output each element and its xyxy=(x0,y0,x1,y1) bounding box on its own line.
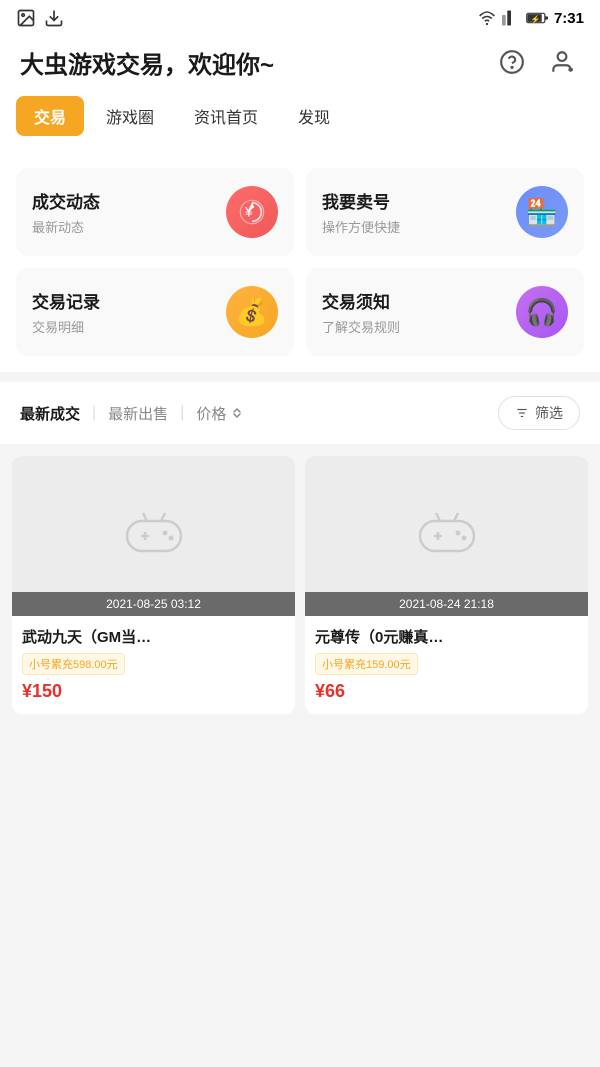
header-icons xyxy=(494,44,580,80)
trade-dynamics-icon: ¥ xyxy=(226,186,278,238)
time-display: 7:31 xyxy=(554,10,584,27)
product-card-1[interactable]: 2021-08-25 03:12 武动九天（GM当… 小号累充598.00元 ¥… xyxy=(12,456,295,714)
battery-icon: ⚡ xyxy=(526,11,548,25)
product-date-2: 2021-08-24 21:18 xyxy=(305,592,588,616)
card-notice-subtitle: 了解交易规则 xyxy=(322,317,400,336)
user-icon xyxy=(549,49,575,75)
signal-icon xyxy=(502,10,520,26)
product-date-1: 2021-08-25 03:12 xyxy=(12,592,295,616)
wifi-icon xyxy=(478,9,496,27)
product-price-2: ¥66 xyxy=(315,681,578,702)
card-sell-account[interactable]: 我要卖号 操作方便快捷 🏪 xyxy=(306,168,584,256)
product-info-1: 武动九天（GM当… 小号累充598.00元 ¥150 xyxy=(12,616,295,714)
filter-button-label: 筛选 xyxy=(535,403,563,423)
card-notice-title: 交易须知 xyxy=(322,288,400,313)
cards-grid: 成交动态 最新动态 ¥ 我要卖号 操作方便快捷 🏪 xyxy=(16,168,584,356)
card-sell-title: 我要卖号 xyxy=(322,188,400,213)
status-icons-right: ⚡ 7:31 xyxy=(478,9,584,27)
download-icon xyxy=(44,8,64,28)
sell-account-icon: 🏪 xyxy=(516,186,568,238)
card-sell-subtitle: 操作方便快捷 xyxy=(322,217,400,236)
card-trade-record[interactable]: 交易记录 交易明细 💰 xyxy=(16,268,294,356)
gamepad-icon-1 xyxy=(119,511,189,561)
filter-tab-latest-trade[interactable]: 最新成交 xyxy=(20,403,80,424)
filter-icon xyxy=(515,406,529,420)
filter-divider-2: | xyxy=(180,404,184,422)
tab-news[interactable]: 资讯首页 xyxy=(176,96,276,136)
product-tag-2: 小号累充159.00元 xyxy=(315,653,418,675)
card-trade-notice[interactable]: 交易须知 了解交易规则 🎧 xyxy=(306,268,584,356)
svg-text:⚡: ⚡ xyxy=(531,14,541,24)
product-image-2: 2021-08-24 21:18 xyxy=(305,456,588,616)
product-info-2: 元尊传（0元赚真… 小号累充159.00元 ¥66 xyxy=(305,616,588,714)
status-icons-left xyxy=(16,8,64,28)
tab-trade[interactable]: 交易 xyxy=(16,96,84,136)
product-card-2[interactable]: 2021-08-24 21:18 元尊传（0元赚真… 小号累充159.00元 ¥… xyxy=(305,456,588,714)
question-circle-icon xyxy=(499,49,525,75)
product-image-1: 2021-08-25 03:12 xyxy=(12,456,295,616)
filter-tab-latest-sell[interactable]: 最新出售 xyxy=(108,403,168,424)
product-price-1: ¥150 xyxy=(22,681,285,702)
photo-icon xyxy=(16,8,36,28)
card-trade-dynamics-subtitle: 最新动态 xyxy=(32,217,100,236)
profile-button[interactable] xyxy=(544,44,580,80)
card-trade-dynamics-title: 成交动态 xyxy=(32,188,100,213)
tab-circle[interactable]: 游戏圈 xyxy=(88,96,172,136)
filter-button[interactable]: 筛选 xyxy=(498,396,580,430)
filter-divider-1: | xyxy=(92,404,96,422)
filter-price-label: 价格 xyxy=(196,403,226,424)
gamepad-icon-2 xyxy=(412,511,482,561)
trade-notice-icon: 🎧 xyxy=(516,286,568,338)
cards-section: 成交动态 最新动态 ¥ 我要卖号 操作方便快捷 🏪 xyxy=(0,152,600,372)
card-record-title: 交易记录 xyxy=(32,288,100,313)
header: 大虫游戏交易，欢迎你~ xyxy=(0,32,600,96)
filter-price-sort[interactable]: 价格 xyxy=(196,403,244,424)
card-trade-dynamics[interactable]: 成交动态 最新动态 ¥ xyxy=(16,168,294,256)
trade-record-icon: 💰 xyxy=(226,286,278,338)
product-tag-1: 小号累充598.00元 xyxy=(22,653,125,675)
section-divider xyxy=(0,372,600,382)
page-title: 大虫游戏交易，欢迎你~ xyxy=(20,45,274,80)
help-button[interactable] xyxy=(494,44,530,80)
tab-discover[interactable]: 发现 xyxy=(280,96,348,136)
sort-arrows-icon xyxy=(230,406,244,420)
status-bar: ⚡ 7:31 xyxy=(0,0,600,32)
filter-bar: 最新成交 | 最新出售 | 价格 筛选 xyxy=(0,382,600,444)
tab-bar: 交易 游戏圈 资讯首页 发现 xyxy=(0,96,600,152)
products-section: 2021-08-25 03:12 武动九天（GM当… 小号累充598.00元 ¥… xyxy=(0,444,600,714)
products-grid: 2021-08-25 03:12 武动九天（GM当… 小号累充598.00元 ¥… xyxy=(12,456,588,714)
card-record-subtitle: 交易明细 xyxy=(32,317,100,336)
product-name-2: 元尊传（0元赚真… xyxy=(315,626,578,647)
product-name-1: 武动九天（GM当… xyxy=(22,626,285,647)
